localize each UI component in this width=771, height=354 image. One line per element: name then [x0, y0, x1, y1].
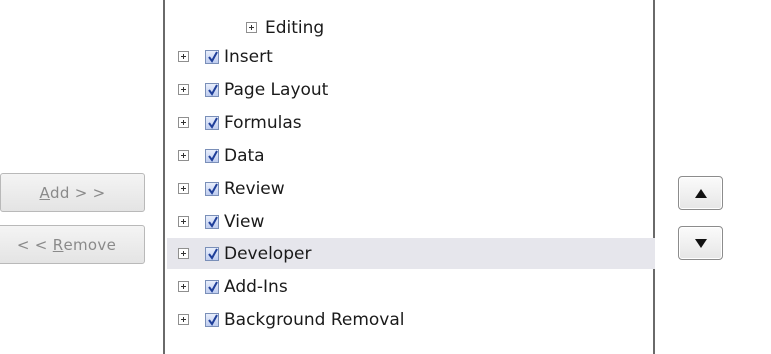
checkmark-icon [208, 51, 218, 63]
checkmark-icon [208, 281, 218, 293]
remove-button-prefix: < < [16, 235, 53, 254]
plus-box-icon[interactable] [178, 51, 189, 62]
tab-visible-checkbox[interactable] [205, 115, 219, 130]
tab-visible-checkbox[interactable] [205, 148, 219, 163]
tab-visible-checkbox[interactable] [205, 181, 219, 196]
tree-item-editing[interactable]: Editing [167, 12, 655, 43]
tree-item[interactable]: Review [167, 173, 655, 204]
tree-item[interactable]: Add-Ins [167, 271, 655, 302]
add-button[interactable]: Add > > [0, 173, 145, 212]
tree-item[interactable]: Data [167, 140, 655, 171]
main-tabs-tree[interactable]: Editing Insert Page Layout Formulas Data Rev… [163, 0, 655, 354]
tab-visible-checkbox[interactable] [205, 49, 219, 64]
tree-item-label: Background Removal [224, 309, 405, 330]
add-button-label: dd > > [50, 183, 106, 202]
triangle-up-icon [695, 189, 707, 198]
triangle-down-icon [695, 239, 707, 248]
remove-button-accelerator: R [52, 235, 64, 254]
plus-box-icon[interactable] [178, 314, 189, 325]
checkmark-icon [208, 216, 218, 228]
tab-visible-checkbox[interactable] [205, 214, 219, 229]
tab-visible-checkbox[interactable] [205, 312, 219, 327]
checkmark-icon [208, 117, 218, 129]
tree-item[interactable]: Developer [167, 238, 655, 269]
tree-item-label: Developer [224, 243, 312, 264]
tree-item-label: View [224, 211, 265, 232]
tree-item-label: Review [224, 178, 285, 199]
checkmark-icon [208, 183, 218, 195]
tree-item-label: Editing [265, 17, 325, 38]
tree-item[interactable]: Formulas [167, 107, 655, 138]
plus-box-icon[interactable] [178, 248, 189, 259]
checkmark-icon [208, 150, 218, 162]
tree-item-label: Add-Ins [224, 276, 288, 297]
plus-box-icon[interactable] [178, 150, 189, 161]
plus-box-icon[interactable] [246, 22, 257, 33]
tree-item[interactable]: Background Removal [167, 304, 655, 335]
tree-item-label: Formulas [224, 112, 302, 133]
plus-box-icon[interactable] [178, 281, 189, 292]
tree-item-label: Page Layout [224, 79, 329, 100]
add-button-accelerator: A [39, 183, 51, 202]
tab-visible-checkbox[interactable] [205, 82, 219, 97]
tab-visible-checkbox[interactable] [205, 246, 219, 261]
tree-item[interactable]: Page Layout [167, 74, 655, 105]
plus-box-icon[interactable] [178, 84, 189, 95]
remove-button[interactable]: < < Remove [0, 225, 145, 264]
checkmark-icon [208, 248, 218, 260]
remove-button-label: emove [63, 235, 117, 254]
tree-item[interactable]: View [167, 206, 655, 237]
customize-ribbon-panel: Add > > < < Remove Editing Insert Page La… [0, 0, 771, 354]
checkmark-icon [208, 314, 218, 326]
plus-box-icon[interactable] [178, 216, 189, 227]
move-down-button[interactable] [678, 226, 723, 260]
plus-box-icon[interactable] [178, 117, 189, 128]
plus-box-icon[interactable] [178, 183, 189, 194]
tree-item-label: Data [224, 145, 265, 166]
checkmark-icon [208, 84, 218, 96]
tab-visible-checkbox[interactable] [205, 279, 219, 294]
tree-item[interactable]: Insert [167, 41, 655, 72]
move-up-button[interactable] [678, 176, 723, 210]
tree-item-label: Insert [224, 46, 273, 67]
